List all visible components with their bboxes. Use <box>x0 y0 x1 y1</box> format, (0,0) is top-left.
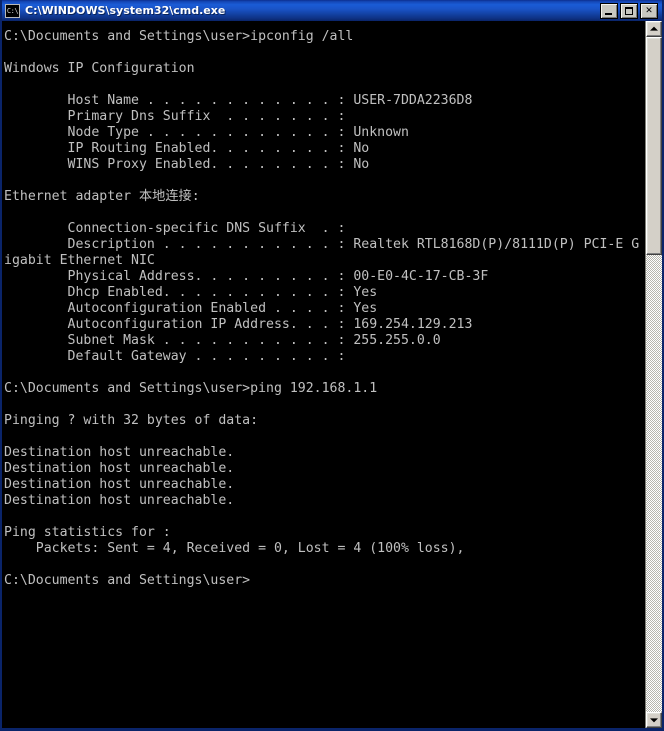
console-line: IP Routing Enabled. . . . . . . . : No <box>4 141 370 156</box>
close-icon: ✕ <box>645 5 653 16</box>
console-line: Connection-specific DNS Suffix . : <box>4 221 346 236</box>
console-line: Ping statistics for : <box>4 525 171 540</box>
console-line: Destination host unreachable. <box>4 477 235 492</box>
cmd-window: C:\ C:\WINDOWS\system32\cmd.exe ✕ C:\Doc… <box>0 0 664 731</box>
console-line: Autoconfiguration IP Address. . . : 169.… <box>4 317 473 332</box>
console-line: Ethernet adapter 本地连接: <box>4 189 200 204</box>
console-client-area: C:\Documents and Settings\user>ipconfig … <box>2 21 662 728</box>
console-line: Destination host unreachable. <box>4 461 235 476</box>
console-line: C:\Documents and Settings\user>ping 192.… <box>4 381 378 396</box>
console-line: C:\Documents and Settings\user> <box>4 573 251 588</box>
console-line: Dhcp Enabled. . . . . . . . . . . : Yes <box>4 285 378 300</box>
minimize-icon <box>601 4 617 18</box>
console-line: Autoconfiguration Enabled . . . . : Yes <box>4 301 378 316</box>
console-line: Destination host unreachable. <box>4 493 235 508</box>
console-line: Pinging ? with 32 bytes of data: <box>4 413 259 428</box>
console-line: Subnet Mask . . . . . . . . . . . : 255.… <box>4 333 441 348</box>
chevron-up-icon <box>650 26 658 31</box>
close-button[interactable]: ✕ <box>640 2 658 19</box>
scroll-down-button[interactable] <box>646 712 662 728</box>
window-controls: ✕ <box>600 2 660 19</box>
cmd-console-icon: C:\ <box>5 3 20 18</box>
scrollbar-thumb[interactable] <box>646 37 662 255</box>
maximize-icon <box>621 4 637 18</box>
vertical-scrollbar[interactable] <box>645 21 662 728</box>
minimize-button[interactable] <box>600 2 618 19</box>
maximize-button[interactable] <box>620 2 638 19</box>
console-line: Host Name . . . . . . . . . . . . : USER… <box>4 93 473 108</box>
console-line: Packets: Sent = 4, Received = 0, Lost = … <box>4 541 465 556</box>
chevron-down-icon <box>650 718 658 723</box>
window-title: C:\WINDOWS\system32\cmd.exe <box>25 4 226 17</box>
console-line: Primary Dns Suffix . . . . . . . : <box>4 109 346 124</box>
console-line: Destination host unreachable. <box>4 445 235 460</box>
console-line: Physical Address. . . . . . . . . : 00-E… <box>4 269 489 284</box>
console-line: Node Type . . . . . . . . . . . . : Unkn… <box>4 125 409 140</box>
console-line: igabit Ethernet NIC <box>4 253 155 268</box>
console-line: Description . . . . . . . . . . . : Real… <box>4 237 640 252</box>
console-line: WINS Proxy Enabled. . . . . . . . : No <box>4 157 370 172</box>
console-output[interactable]: C:\Documents and Settings\user>ipconfig … <box>2 21 645 728</box>
console-line: C:\Documents and Settings\user>ipconfig … <box>4 29 354 44</box>
console-line: Default Gateway . . . . . . . . . : <box>4 349 346 364</box>
window-titlebar[interactable]: C:\ C:\WINDOWS\system32\cmd.exe ✕ <box>2 0 662 21</box>
scroll-up-button[interactable] <box>646 21 662 37</box>
console-line: Windows IP Configuration <box>4 61 195 76</box>
